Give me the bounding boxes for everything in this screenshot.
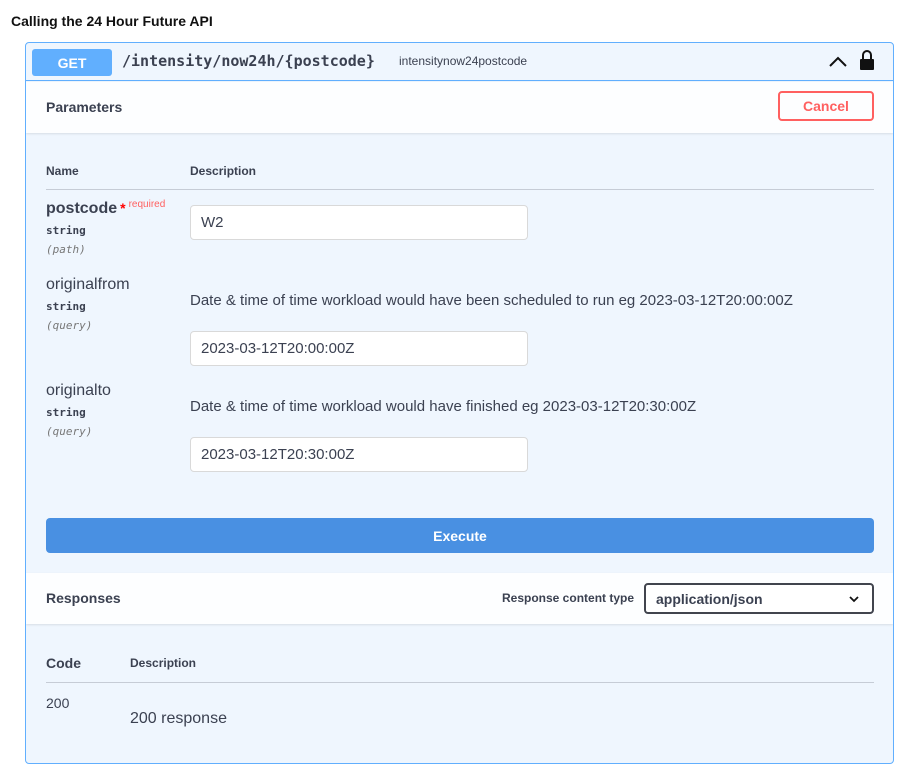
param-in-originalfrom: (query)	[46, 319, 93, 332]
param-type-originalfrom: string	[46, 300, 86, 313]
param-description-originalto: Date & time of time workload would have …	[190, 398, 697, 415]
col-header-name: Name	[46, 164, 79, 178]
required-label: required	[128, 199, 166, 210]
response-content-type-value: application/json	[656, 591, 763, 607]
response-description: 200 response	[130, 710, 227, 727]
param-in-postcode: (path)	[46, 243, 86, 256]
operation-block: GET /intensity/now24h/{postcode} intensi…	[25, 42, 894, 764]
responses-header: Responses Response content type applicat…	[26, 573, 893, 624]
parameters-header: Parameters Cancel	[26, 82, 893, 133]
col-header-response-description: Description	[130, 656, 197, 670]
chevron-up-icon[interactable]	[828, 53, 848, 71]
endpoint-path: /intensity/now24h/{postcode}	[122, 52, 375, 70]
operation-id: intensitynow24postcode	[399, 54, 528, 68]
param-name-originalfrom: originalfrom	[46, 276, 130, 293]
col-header-description: Description	[190, 164, 257, 178]
parameters-title: Parameters	[46, 99, 123, 115]
lock-icon[interactable]	[859, 49, 875, 71]
required-star: *	[120, 200, 126, 216]
chevron-down-icon	[849, 596, 859, 603]
http-method-badge: GET	[32, 49, 112, 76]
param-name-postcode: postcode * required	[46, 199, 166, 217]
response-content-type-label: Response content type	[502, 591, 635, 605]
operation-summary[interactable]: GET /intensity/now24h/{postcode} intensi…	[26, 43, 893, 81]
divider	[46, 189, 874, 190]
response-content-type-select[interactable]: application/json	[644, 583, 874, 614]
execute-button[interactable]: Execute	[46, 518, 874, 553]
param-type-postcode: string	[46, 224, 86, 237]
originalto-input[interactable]	[190, 437, 528, 472]
originalfrom-input[interactable]	[190, 331, 528, 366]
page-title: Calling the 24 Hour Future API	[11, 13, 213, 29]
response-code: 200	[46, 695, 70, 711]
param-in-originalto: (query)	[46, 425, 93, 438]
param-type-originalto: string	[46, 406, 86, 419]
divider	[46, 682, 874, 683]
col-header-code: Code	[46, 655, 81, 671]
cancel-button[interactable]: Cancel	[778, 91, 874, 121]
param-name-originalto: originalto	[46, 382, 111, 399]
responses-title: Responses	[46, 590, 121, 606]
postcode-input[interactable]	[190, 205, 528, 240]
param-description-originalfrom: Date & time of time workload would have …	[190, 292, 793, 309]
